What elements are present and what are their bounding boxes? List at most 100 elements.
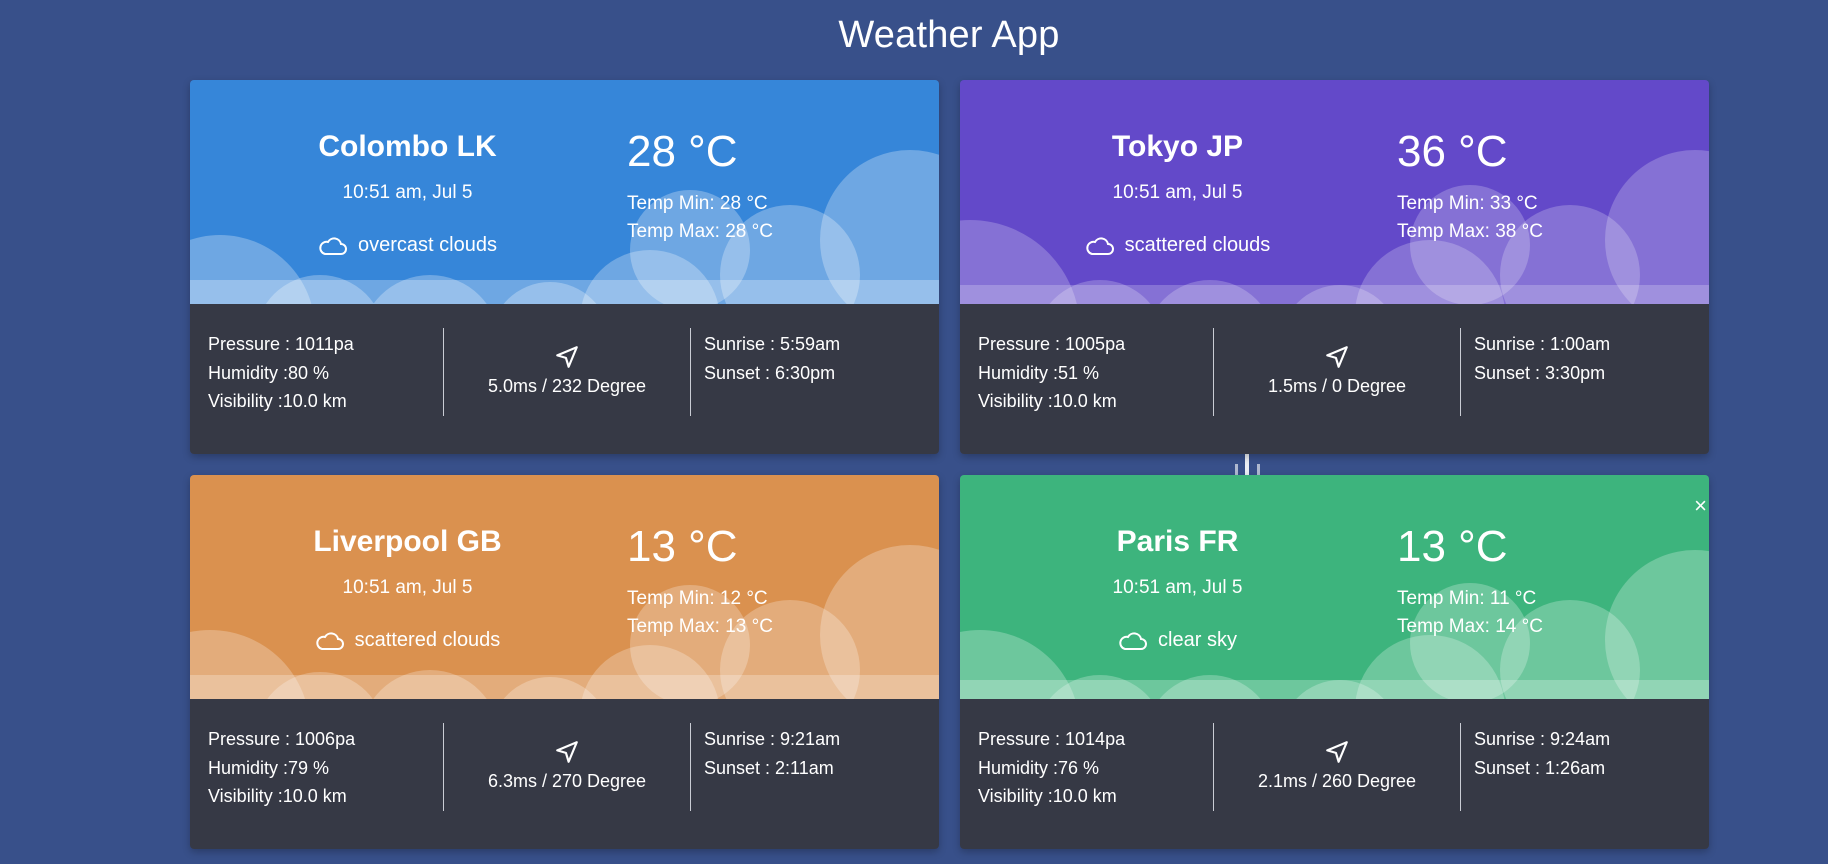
- temp-min: Temp Min: 12 °C: [627, 588, 768, 609]
- wind-speed: 6.3ms / 270 Degree: [487, 771, 647, 791]
- city-time: 10:51 am, Jul 5: [1112, 577, 1243, 598]
- humidity: Humidity :79 %: [208, 757, 330, 778]
- cloud-icon: [1118, 631, 1148, 651]
- sunrise: Sunrise : 5:59am: [704, 334, 841, 354]
- wind-column: 5.0ms / 232 Degree: [443, 304, 691, 454]
- temp-min: Temp Min: 33 °C: [1397, 193, 1538, 214]
- cloud-icon: [315, 631, 345, 651]
- close-icon[interactable]: ×: [1694, 495, 1707, 517]
- visibility: Visibility :10.0 km: [208, 786, 347, 806]
- humidity: Humidity :80 %: [208, 362, 330, 383]
- temperature: 36 °C: [1397, 127, 1508, 176]
- navigation-arrow-icon: [556, 741, 578, 763]
- temperature-block: 13 °C Temp Min: 12 °C Temp Max: 13 °C: [627, 525, 773, 641]
- temp-max: Temp Max: 38 °C: [1397, 221, 1543, 242]
- pressure: Pressure : 1005pa: [978, 334, 1126, 354]
- card-header: Colombo LK 10:51 am, Jul 5 overcast clou…: [190, 80, 939, 304]
- temp-min: Temp Min: 11 °C: [1397, 588, 1537, 609]
- visibility: Visibility :10.0 km: [978, 786, 1117, 806]
- card-header: Tokyo JP 10:51 am, Jul 5 scattered cloud…: [960, 80, 1709, 304]
- city-name: Liverpool GB: [313, 525, 502, 558]
- city-time: 10:51 am, Jul 5: [1112, 182, 1243, 203]
- divider: [1213, 328, 1214, 416]
- weather-card-liverpool: Liverpool GB 10:51 am, Jul 5 scattered c…: [190, 475, 939, 849]
- temperature-block: 36 °C Temp Min: 33 °C Temp Max: 38 °C: [1397, 130, 1543, 246]
- wind-speed: 1.5ms / 0 Degree: [1267, 376, 1407, 396]
- sunset: Sunset : 6:30pm: [704, 362, 836, 383]
- temp-min: Temp Min: 28 °C: [627, 193, 768, 214]
- card-details: Pressure : 1005pa Humidity :51 % Visibil…: [960, 304, 1709, 454]
- sunset: Sunset : 2:11am: [704, 757, 834, 778]
- app-title: Weather App: [838, 14, 1060, 56]
- pressure: Pressure : 1014pa: [978, 729, 1126, 749]
- wind-speed: 2.1ms / 260 Degree: [1257, 771, 1417, 791]
- conditions-column: Pressure : 1011pa Humidity :80 % Visibil…: [190, 304, 443, 454]
- city-block: Paris FR 10:51 am, Jul 5 clear sky: [960, 525, 1395, 656]
- temp-max: Temp Max: 14 °C: [1397, 616, 1543, 637]
- weather-card-paris: × Paris FR 10:51 am, Jul 5 clear sky 13 …: [960, 475, 1709, 849]
- weather-description-text: clear sky: [1158, 629, 1237, 651]
- conditions-column: Pressure : 1005pa Humidity :51 % Visibil…: [960, 304, 1213, 454]
- humidity: Humidity :76 %: [978, 757, 1100, 778]
- temperature-range: Temp Min: 33 °C Temp Max: 38 °C: [1397, 190, 1543, 246]
- sunrise: Sunrise : 9:21am: [704, 729, 841, 749]
- temperature: 28 °C: [627, 127, 738, 176]
- card-details: Pressure : 1014pa Humidity :76 % Visibil…: [960, 699, 1709, 849]
- weather-description-text: overcast clouds: [358, 234, 497, 256]
- sunset: Sunset : 3:30pm: [1474, 362, 1606, 383]
- card-details: Pressure : 1006pa Humidity :79 % Visibil…: [190, 699, 939, 849]
- temperature-block: 28 °C Temp Min: 28 °C Temp Max: 28 °C: [627, 130, 773, 246]
- city-name: Tokyo JP: [1111, 130, 1244, 163]
- temp-max: Temp Max: 28 °C: [627, 221, 773, 242]
- city-name: Colombo LK: [318, 130, 497, 163]
- cloud-icon: [318, 236, 348, 256]
- conditions-column: Pressure : 1006pa Humidity :79 % Visibil…: [190, 699, 443, 849]
- navigation-arrow-icon: [1326, 741, 1348, 763]
- navigation-arrow-icon: [556, 346, 578, 368]
- temperature: 13 °C: [1397, 522, 1508, 571]
- humidity: Humidity :51 %: [978, 362, 1100, 383]
- sun-column: Sunrise : 5:59am Sunset : 6:30pm: [691, 304, 939, 454]
- sunrise: Sunrise : 1:00am: [1474, 334, 1611, 354]
- temperature: 13 °C: [627, 522, 738, 571]
- sun-column: Sunrise : 9:24am Sunset : 1:26am: [1461, 699, 1709, 849]
- temperature-block: 13 °C Temp Min: 11 °C Temp Max: 14 °C: [1397, 525, 1543, 641]
- cards-grid: Colombo LK 10:51 am, Jul 5 overcast clou…: [190, 80, 1709, 849]
- temperature-range: Temp Min: 28 °C Temp Max: 28 °C: [627, 190, 773, 246]
- temp-max: Temp Max: 13 °C: [627, 616, 773, 637]
- weather-app: Weather App Colombo LK 10:51 am, Jul 5 o…: [0, 0, 1828, 864]
- weather-description-text: scattered clouds: [354, 629, 501, 651]
- conditions-column: Pressure : 1014pa Humidity :76 % Visibil…: [960, 699, 1213, 849]
- temperature-range: Temp Min: 11 °C Temp Max: 14 °C: [1397, 585, 1543, 641]
- city-name: Paris FR: [1116, 525, 1239, 558]
- divider: [1213, 723, 1214, 811]
- city-block: Liverpool GB 10:51 am, Jul 5 scattered c…: [190, 525, 625, 656]
- visibility: Visibility :10.0 km: [208, 391, 347, 411]
- divider: [443, 328, 444, 416]
- weather-description: scattered clouds: [315, 629, 501, 652]
- wind-column: 1.5ms / 0 Degree: [1213, 304, 1461, 454]
- card-details: Pressure : 1011pa Humidity :80 % Visibil…: [190, 304, 939, 454]
- sunrise: Sunrise : 9:24am: [1474, 729, 1611, 749]
- weather-description-text: scattered clouds: [1124, 234, 1271, 256]
- card-header: × Paris FR 10:51 am, Jul 5 clear sky 13 …: [960, 475, 1709, 699]
- weather-description: overcast clouds: [318, 234, 497, 257]
- weather-description: scattered clouds: [1085, 234, 1271, 257]
- wind-column: 6.3ms / 270 Degree: [443, 699, 691, 849]
- sun-column: Sunrise : 9:21am Sunset : 2:11am: [691, 699, 939, 849]
- city-block: Tokyo JP 10:51 am, Jul 5 scattered cloud…: [960, 130, 1395, 261]
- weather-card-colombo: Colombo LK 10:51 am, Jul 5 overcast clou…: [190, 80, 939, 454]
- pressure: Pressure : 1011pa: [208, 334, 354, 354]
- city-block: Colombo LK 10:51 am, Jul 5 overcast clou…: [190, 130, 625, 261]
- visibility: Visibility :10.0 km: [978, 391, 1117, 411]
- temperature-range: Temp Min: 12 °C Temp Max: 13 °C: [627, 585, 773, 641]
- sunset: Sunset : 1:26am: [1474, 757, 1606, 778]
- weather-card-tokyo: Tokyo JP 10:51 am, Jul 5 scattered cloud…: [960, 80, 1709, 454]
- city-time: 10:51 am, Jul 5: [342, 182, 473, 203]
- sun-column: Sunrise : 1:00am Sunset : 3:30pm: [1461, 304, 1709, 454]
- card-header: Liverpool GB 10:51 am, Jul 5 scattered c…: [190, 475, 939, 699]
- divider: [443, 723, 444, 811]
- pressure: Pressure : 1006pa: [208, 729, 356, 749]
- navigation-arrow-icon: [1326, 346, 1348, 368]
- cloud-icon: [1085, 236, 1115, 256]
